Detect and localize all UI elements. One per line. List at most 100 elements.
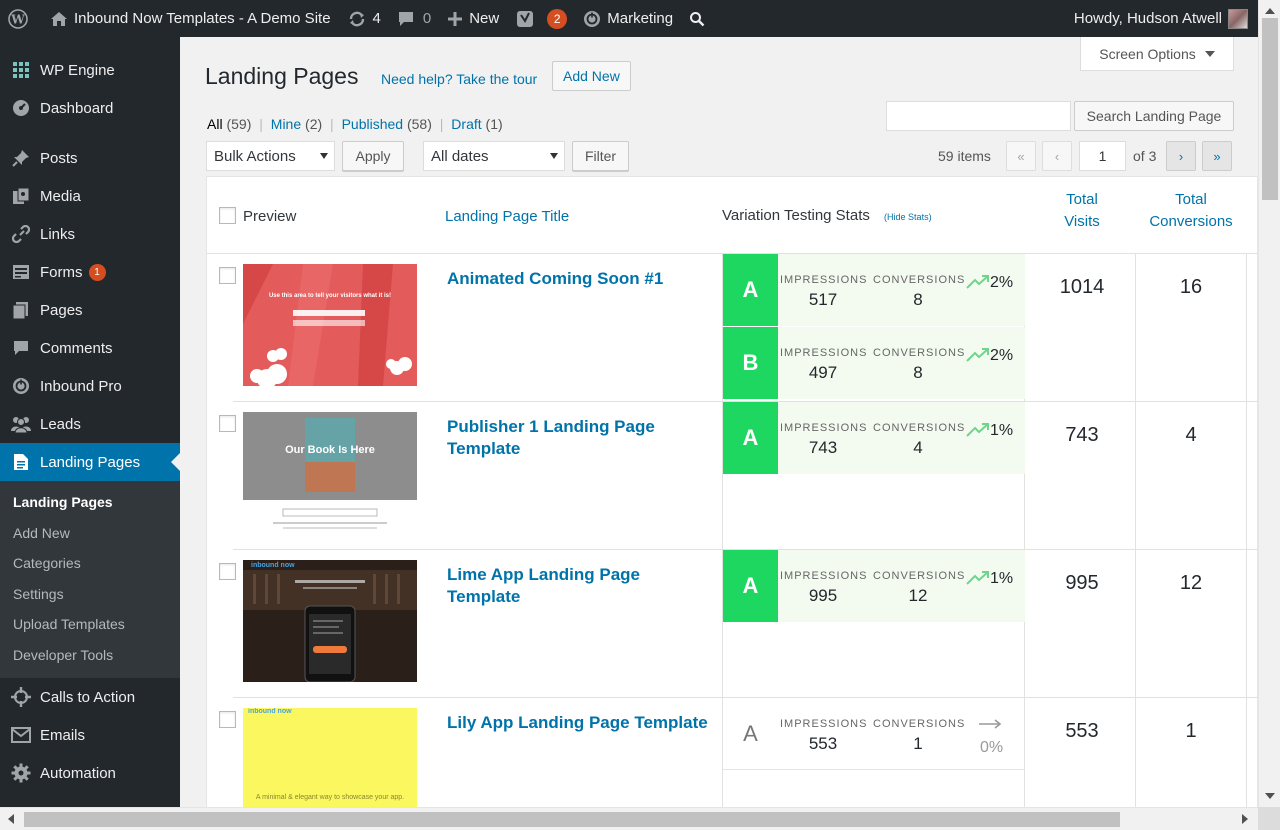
sidebar-item-leads[interactable]: Leads <box>0 405 180 443</box>
sidebar-item-label: WP Engine <box>40 61 115 79</box>
gear-icon <box>10 763 32 783</box>
filter-draft[interactable]: Draft <box>451 116 481 132</box>
sidebar-item-automation[interactable]: Automation <box>0 754 180 792</box>
updates-link[interactable]: 4 <box>339 0 389 37</box>
screen-options-button[interactable]: Screen Options <box>1080 37 1234 71</box>
filter-all[interactable]: All <box>207 116 223 132</box>
sidebar-item-posts[interactable]: Posts <box>0 139 180 177</box>
apply-button[interactable]: Apply <box>342 141 404 171</box>
submenu-developer-tools[interactable]: Developer Tools <box>0 640 180 671</box>
sidebar-item-landing-pages[interactable]: Landing Pages <box>0 443 180 481</box>
column-total-conversions[interactable]: Total Conversions <box>1137 189 1245 233</box>
bulk-actions-select[interactable]: Bulk Actions <box>206 141 335 171</box>
submenu-categories[interactable]: Categories <box>0 548 180 579</box>
prev-page-button[interactable]: ‹ <box>1042 141 1072 171</box>
conversion-rate: 2% <box>990 274 1014 291</box>
filter-button[interactable]: Filter <box>572 141 629 171</box>
avatar <box>1228 8 1248 29</box>
sidebar-item-links[interactable]: Links <box>0 215 180 253</box>
sidebar-item-calls-to-action[interactable]: Calls to Action <box>0 678 180 716</box>
forms-icon <box>10 262 32 282</box>
row-checkbox[interactable] <box>219 415 236 432</box>
landing-page-title-link[interactable]: Publisher 1 Landing Page Template <box>447 416 712 460</box>
howdy-text: Howdy, Hudson Atwell <box>1073 10 1222 27</box>
select-all-checkbox[interactable] <box>219 207 236 224</box>
preview-thumbnail[interactable]: inbound now <box>243 560 417 682</box>
new-content-link[interactable]: New <box>439 0 507 37</box>
my-account[interactable]: Howdy, Hudson Atwell <box>1073 8 1258 29</box>
sidebar-item-inbound-pro[interactable]: Inbound Pro <box>0 367 180 405</box>
submenu-settings[interactable]: Settings <box>0 579 180 610</box>
search-input[interactable] <box>886 101 1071 131</box>
sidebar-item-comments[interactable]: Comments <box>0 329 180 367</box>
last-page-button[interactable]: » <box>1202 141 1232 171</box>
landing-page-title-link[interactable]: Lily App Landing Page Template <box>447 712 712 734</box>
variation-stats: A IMPRESSIONS CONVERSIONS 743 4 1% <box>722 402 1025 550</box>
variation-letter[interactable]: A <box>723 254 778 326</box>
search-landing-page-button[interactable]: Search Landing Page <box>1074 101 1234 131</box>
column-divider <box>1246 254 1247 402</box>
scroll-up-icon[interactable] <box>1265 8 1275 14</box>
conversion-rate: 1% <box>990 422 1014 439</box>
wordpress-logo-button[interactable]: W <box>0 0 42 37</box>
sidebar-item-media[interactable]: Media <box>0 177 180 215</box>
first-page-button[interactable]: « <box>1006 141 1036 171</box>
preview-thumbnail[interactable]: inbound now A minimal & elegant way to s… <box>243 708 417 807</box>
vertical-scrollbar[interactable] <box>1258 0 1280 807</box>
trending-flat-icon <box>979 719 1002 729</box>
current-page-input[interactable]: 1 <box>1079 141 1126 171</box>
sidebar-item-emails[interactable]: Emails <box>0 716 180 754</box>
site-name-link[interactable]: Inbound Now Templates - A Demo Site <box>42 0 339 37</box>
submenu-landing-pages[interactable]: Landing Pages <box>0 487 180 518</box>
impressions-value: 497 <box>808 363 838 382</box>
scrollbar-thumb[interactable] <box>1262 18 1278 200</box>
svg-text:W: W <box>10 12 25 26</box>
filter-mine[interactable]: Mine <box>271 116 301 132</box>
landing-page-title-link[interactable]: Animated Coming Soon #1 <box>447 268 712 290</box>
sidebar-item-dashboard[interactable]: Dashboard <box>0 89 180 127</box>
row-checkbox[interactable] <box>219 267 236 284</box>
total-pages: of 3 <box>1133 148 1157 164</box>
sidebar-item-wp-engine[interactable]: WP Engine <box>0 51 180 89</box>
conversions-value: 12 <box>908 586 928 605</box>
hide-stats-link[interactable]: (Hide Stats) <box>884 212 932 222</box>
preview-thumbnail[interactable]: Our Book Is Here <box>243 412 417 534</box>
variation-letter[interactable]: A <box>723 698 778 770</box>
sidebar-item-pages[interactable]: Pages <box>0 291 180 329</box>
horizontal-scrollbar[interactable] <box>0 807 1280 830</box>
conversions-label: CONVERSIONS <box>873 570 966 582</box>
row-checkbox[interactable] <box>219 711 236 728</box>
next-page-button[interactable]: › <box>1166 141 1196 171</box>
conversions-label: CONVERSIONS <box>873 718 966 730</box>
table-row: Use this area to tell your visitors what… <box>207 254 1258 402</box>
scroll-down-icon[interactable] <box>1265 793 1275 799</box>
search-button[interactable] <box>681 0 719 37</box>
date-filter-select[interactable]: All dates <box>423 141 565 171</box>
help-tour-link[interactable]: Need help? Take the tour <box>381 71 537 87</box>
yoast-badge: 2 <box>547 8 568 29</box>
column-divider <box>1135 254 1136 402</box>
filter-draft-count: (1) <box>485 116 503 132</box>
marketing-link[interactable]: Marketing <box>575 0 681 37</box>
variation-letter[interactable]: A <box>723 402 778 474</box>
sidebar-item-forms[interactable]: Forms 1 <box>0 253 180 291</box>
column-total-visits[interactable]: Total Visits <box>1047 189 1117 233</box>
column-title[interactable]: Landing Page Title <box>445 208 569 225</box>
landing-page-title-link[interactable]: Lime App Landing Page Template <box>447 564 712 608</box>
preview-thumbnail[interactable]: Use this area to tell your visitors what… <box>243 264 417 386</box>
scrollbar-thumb[interactable] <box>24 812 1120 827</box>
variation-letter[interactable]: A <box>723 550 778 622</box>
submenu-upload-templates[interactable]: Upload Templates <box>0 609 180 640</box>
yoast-seo-link[interactable]: 2 <box>507 0 575 37</box>
comments-link[interactable]: 0 <box>389 0 439 37</box>
filter-published[interactable]: Published <box>342 116 404 132</box>
add-new-button[interactable]: Add New <box>552 61 631 91</box>
scroll-right-icon[interactable] <box>1242 814 1248 824</box>
sidebar-item-label: Media <box>40 187 81 205</box>
sidebar-item-label: Dashboard <box>40 99 114 117</box>
admin-bar: W Inbound Now Templates - A Demo Site 4 … <box>0 0 1258 37</box>
submenu-add-new[interactable]: Add New <box>0 518 180 549</box>
row-checkbox[interactable] <box>219 563 236 580</box>
variation-letter[interactable]: B <box>723 327 778 399</box>
scroll-left-icon[interactable] <box>8 814 14 824</box>
